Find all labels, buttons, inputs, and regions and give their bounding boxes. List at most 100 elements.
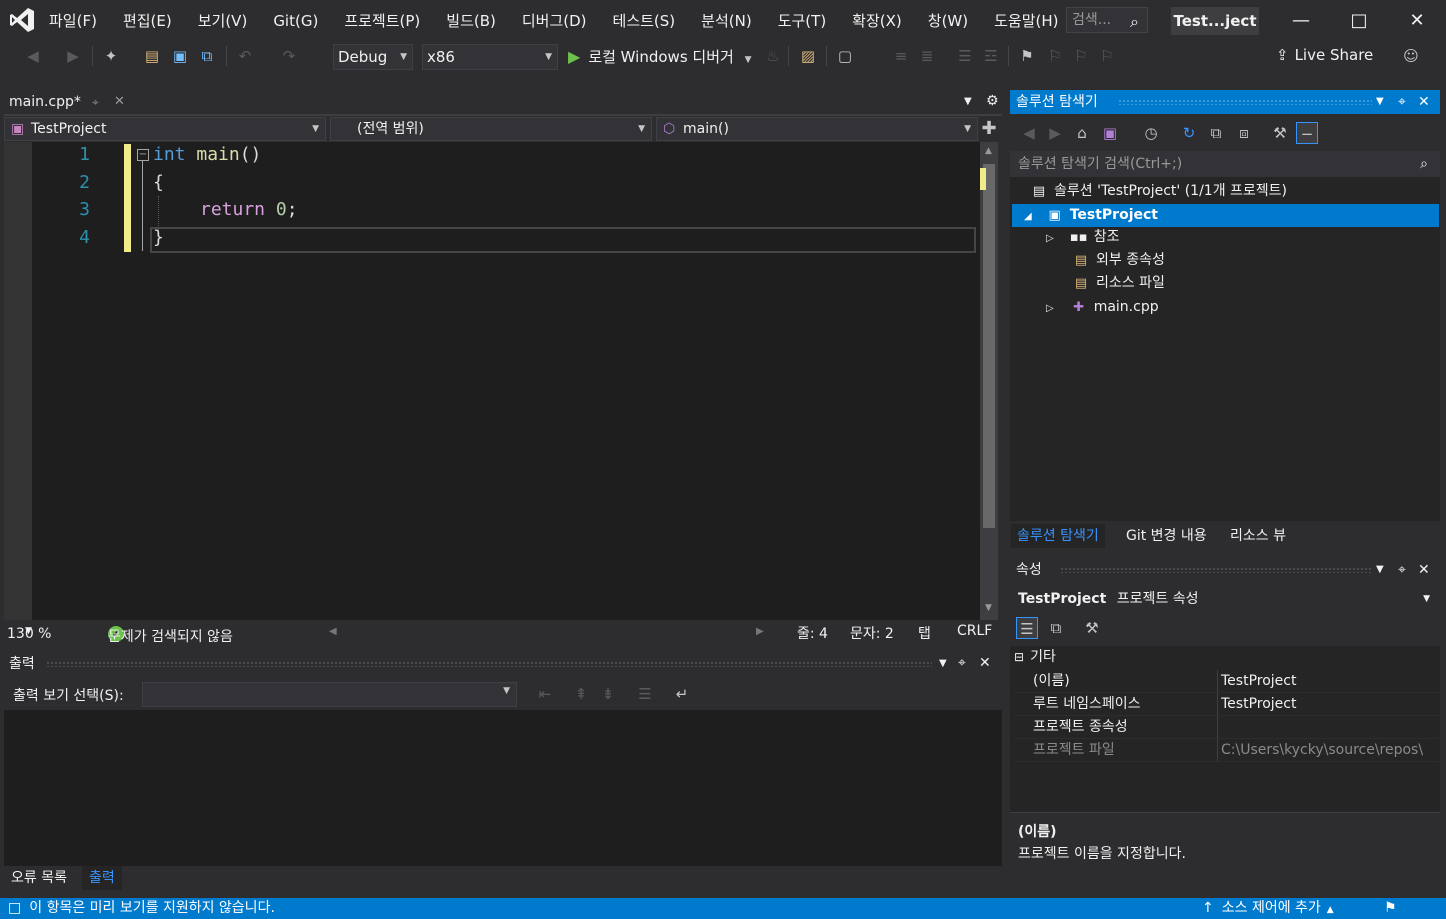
tab-resource-view[interactable]: 리소스 뷰 [1224,524,1292,548]
find-in-files-icon[interactable]: ▨ [797,45,819,67]
member-scope-dropdown[interactable]: ⬡ main() ▼ [656,117,978,141]
menu-test[interactable]: 테스트(S) [600,0,689,42]
indent-mode-indicator[interactable]: 탭 [918,623,931,643]
switch-views-icon[interactable]: ▣ [1099,122,1121,144]
feedback-icon[interactable]: ☺ [1400,45,1422,67]
tree-item-solution[interactable]: ▤ 솔루션 'TestProject' (1/1개 프로젝트) [1030,180,1287,203]
home-icon[interactable]: ⌂ [1071,122,1093,144]
maximize-icon[interactable]: □ [1330,0,1388,42]
properties-wrench-icon[interactable]: ⚒ [1269,122,1291,144]
outdent-icon[interactable]: ≣ [916,45,938,67]
close-icon[interactable]: ✕ [1388,0,1446,42]
alphabetical-icon[interactable]: ⧉ [1045,617,1067,639]
configuration-dropdown[interactable]: Debug ▼ [333,44,413,70]
menu-window[interactable]: 창(W) [915,0,981,42]
pin-icon[interactable]: ⌖ [1398,558,1406,582]
type-scope-dropdown[interactable]: (전역 범위) ▼ [330,117,652,141]
property-row[interactable]: 루트 네임스페이스 TestProject [1014,693,1438,716]
line-indicator[interactable]: 줄: 4 [797,623,828,643]
menu-build[interactable]: 빌드(B) [433,0,509,42]
navigate-forward-icon[interactable]: ▶ [62,45,84,67]
notifications-bell-icon[interactable]: ⚑ [1384,898,1397,919]
redo-icon[interactable]: ↷ [278,45,300,67]
word-wrap-icon[interactable]: ↵ [671,683,693,705]
tab-output[interactable]: 출력 [82,866,122,890]
tab-error-list[interactable]: 오류 목록 [4,866,74,890]
close-tab-icon[interactable]: ✕ [114,90,125,114]
glyph-margin[interactable] [4,142,32,620]
platform-dropdown[interactable]: x86 ▼ [422,44,558,70]
find-message-icon[interactable]: ⇤ [534,683,556,705]
collapse-outline-icon[interactable]: − [137,149,149,161]
save-icon[interactable]: ▣ [169,45,191,67]
settings-gear-icon[interactable]: ⚙ [986,93,999,109]
menu-project[interactable]: 프로젝트(P) [331,0,433,42]
collapse-category-icon[interactable]: ⊟ [1014,650,1024,664]
solution-explorer-search-input[interactable]: 솔루션 탐색기 검색(Ctrl+;) ⌕ [1010,151,1440,177]
pin-icon[interactable]: ⌖ [1398,90,1406,114]
property-row[interactable]: 프로젝트 종속성 [1014,716,1438,739]
tree-item-external-dependencies[interactable]: ▤ 외부 종속성 [1072,249,1165,272]
panel-menu-icon[interactable]: ▼ [1376,90,1384,114]
pin-icon[interactable]: ⌖ [958,655,966,671]
prev-message-icon[interactable]: ⇞ [570,683,592,705]
scroll-left-icon[interactable]: ◀ [329,626,337,637]
tab-main-cpp[interactable]: main.cpp* ⌖ ✕ [4,90,134,114]
add-to-source-control-button[interactable]: ↑ 소스 제어에 추가 ▲ [1202,898,1334,919]
menu-tools[interactable]: 도구(T) [765,0,839,42]
back-icon[interactable]: ◀ [1018,122,1040,144]
next-message-icon[interactable]: ⇟ [597,683,619,705]
code-editor[interactable] [4,142,980,620]
minimize-icon[interactable]: — [1272,0,1330,42]
menu-view[interactable]: 보기(V) [185,0,261,42]
panel-menu-icon[interactable]: ▼ [1376,558,1384,582]
project-scope-dropdown[interactable]: ▣ TestProject ▼ [4,117,326,141]
clear-all-icon[interactable]: ☰ [634,683,656,705]
search-input[interactable]: 검색... ⌕ [1066,7,1148,33]
menu-extensions[interactable]: 확장(X) [839,0,915,42]
uncomment-icon[interactable]: ☲ [980,45,1002,67]
close-panel-icon[interactable]: ✕ [979,655,991,671]
pin-icon[interactable]: ⌖ [92,90,99,114]
forward-icon[interactable]: ▶ [1044,122,1066,144]
bookmark-icon[interactable]: ⚑ [1016,45,1038,67]
property-pages-icon[interactable]: ⚒ [1081,617,1103,639]
output-source-dropdown[interactable]: ▼ [142,682,517,707]
tab-git-changes[interactable]: Git 변경 내용 [1120,524,1213,548]
tree-item-main-cpp[interactable]: ▷ ✚ main.cpp [1046,296,1159,319]
menu-analyze[interactable]: 분석(N) [688,0,765,42]
sync-icon[interactable]: ↻ [1178,122,1200,144]
close-panel-icon[interactable]: ✕ [1418,90,1430,114]
menu-help[interactable]: 도움말(H) [981,0,1071,42]
scroll-down-icon[interactable]: ▼ [985,603,992,613]
scroll-up-icon[interactable]: ▲ [985,146,992,156]
show-all-files-icon[interactable]: ⧈ [1233,122,1255,144]
hot-reload-icon[interactable]: ♨ [762,45,784,67]
split-editor-icon[interactable]: ✚ [979,118,999,140]
scrollbar-thumb[interactable] [983,164,995,528]
indent-icon[interactable]: ≡ [890,45,912,67]
column-indicator[interactable]: 문자: 2 [850,623,894,643]
comment-icon[interactable]: ☰ [954,45,976,67]
undo-icon[interactable]: ↶ [234,45,256,67]
scroll-right-icon[interactable]: ▶ [756,626,764,637]
browser-link-icon[interactable]: ▢ [834,45,856,67]
menu-edit[interactable]: 편집(E) [110,0,185,42]
categorized-icon[interactable]: ☰ [1016,617,1038,639]
properties-object-selector[interactable]: TestProject 프로젝트 속성 ▼ [1010,586,1440,612]
property-category[interactable]: ⊟ 기타 [1014,646,1056,668]
prev-bookmark-icon[interactable]: ⚐ [1044,45,1066,67]
tree-item-resource-files[interactable]: ▤ 리소스 파일 [1072,272,1165,295]
line-ending-indicator[interactable]: CRLF [957,623,992,639]
panel-menu-icon[interactable]: ▼ [939,658,947,669]
save-all-icon[interactable]: ⧉ [196,45,218,67]
next-bookmark-icon[interactable]: ⚐ [1070,45,1092,67]
live-share-button[interactable]: ⇪ Live Share [1276,46,1373,64]
close-panel-icon[interactable]: ✕ [1418,558,1430,582]
menu-git[interactable]: Git(G) [260,0,331,42]
tree-item-project[interactable]: ◢ ▣ TestProject [1012,204,1439,227]
menu-debug[interactable]: 디버그(D) [509,0,600,42]
new-project-icon[interactable]: ✦ [100,45,122,67]
preview-selected-icon[interactable]: − [1296,122,1318,144]
property-row[interactable]: (이름) TestProject [1014,670,1438,693]
